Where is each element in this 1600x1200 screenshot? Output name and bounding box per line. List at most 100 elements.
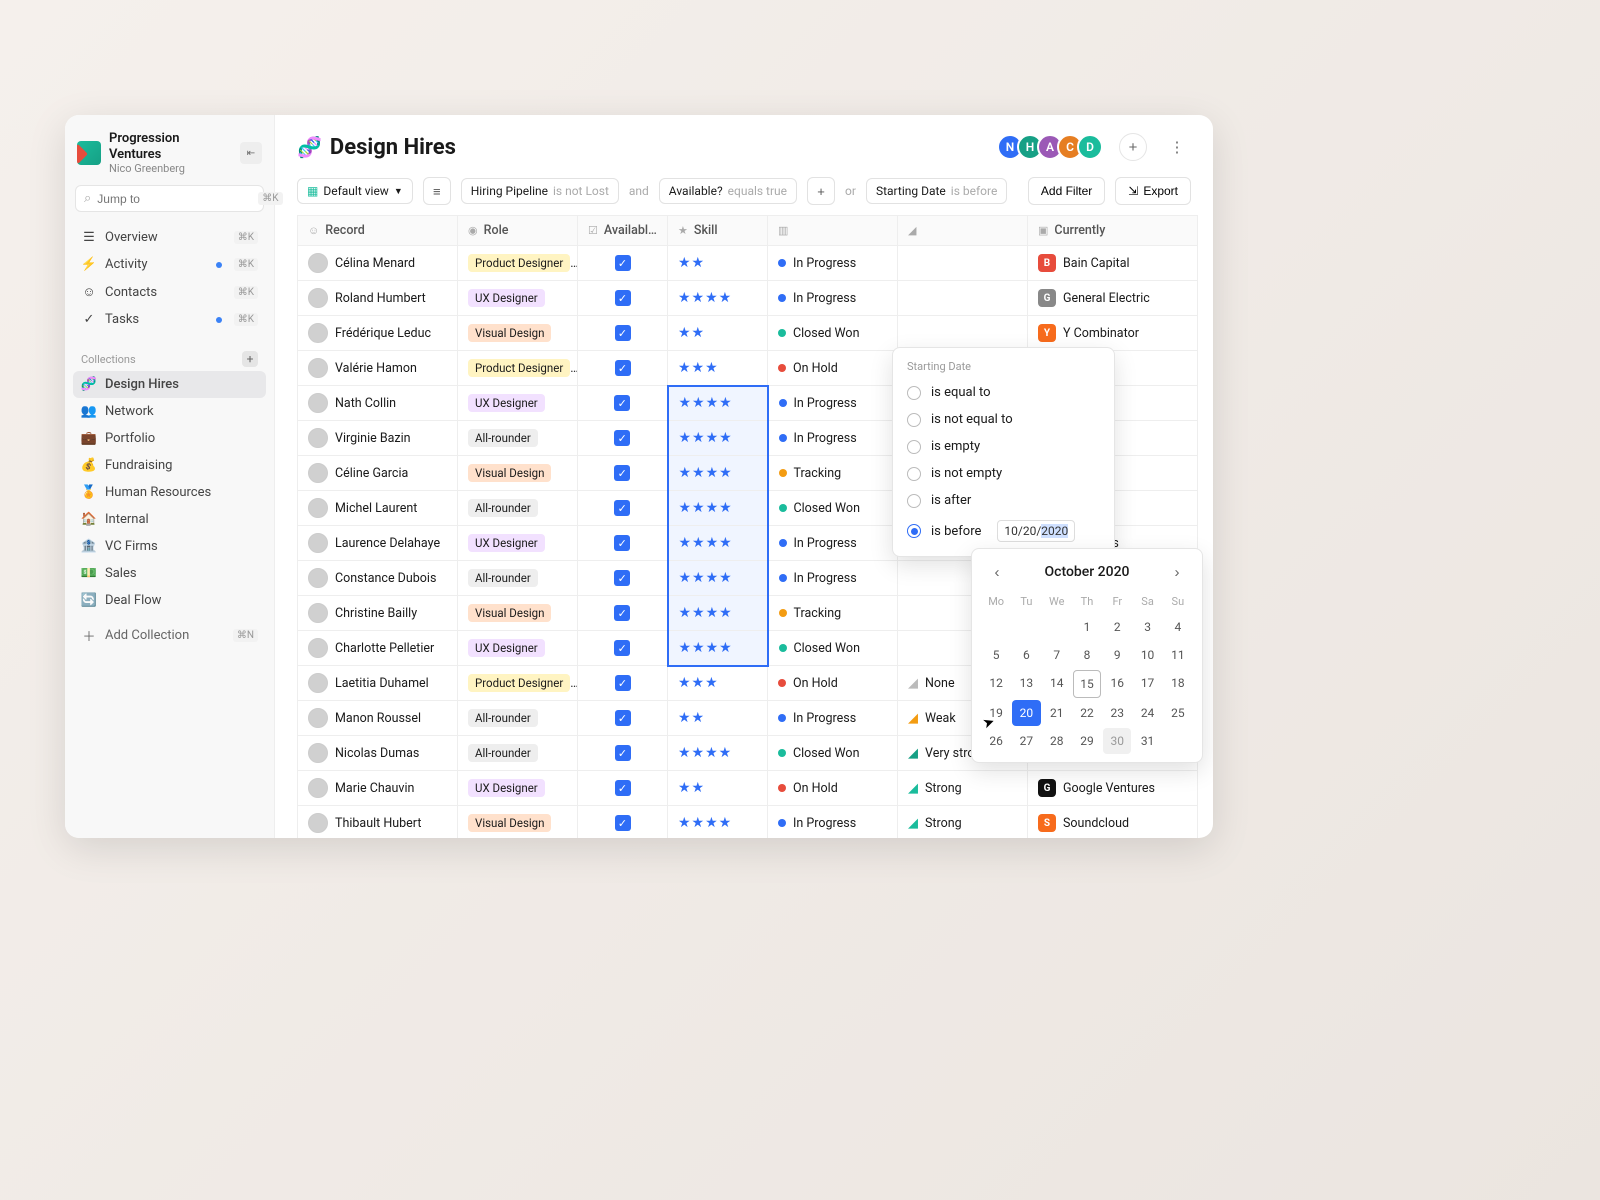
available-checkbox[interactable]: ✓ [615,780,631,796]
calendar-day[interactable]: 7 [1043,642,1071,668]
calendar-day[interactable]: 12 [982,670,1010,698]
collaborator-avatars[interactable]: NHACD [1003,134,1103,160]
nav-overview[interactable]: ☰ Overview ⌘K [73,224,266,251]
available-checkbox[interactable]: ✓ [615,255,631,271]
filter-option[interactable]: is not empty [893,460,1114,487]
calendar-day[interactable]: 10 [1133,642,1161,668]
sidebar-collection-item[interactable]: 🧬Design Hires [73,371,266,398]
calendar-day[interactable]: 18 [1164,670,1192,698]
column-currently[interactable]: ▣Currently [1028,216,1198,246]
calendar-day[interactable]: 11 [1164,642,1192,668]
table-row[interactable]: Célina Menard Product Designer ✓ ★★ In P… [298,246,1198,281]
sidebar-collection-item[interactable]: 👥Network [73,398,266,425]
sidebar-collection-item[interactable]: 🏅Human Resources [73,479,266,506]
available-checkbox[interactable]: ✓ [614,395,630,411]
calendar-day[interactable]: 20 [1012,700,1040,726]
calendar-day[interactable]: 8 [1073,642,1101,668]
available-checkbox[interactable]: ✓ [615,675,631,691]
calendar-day[interactable]: 5 [982,642,1010,668]
sidebar-collapse-button[interactable]: ⇤ [240,142,262,164]
filter-option[interactable]: is equal to [893,379,1114,406]
workspace-header[interactable]: Progression Ventures Nico Greenberg ⇤ [73,125,266,185]
available-checkbox[interactable]: ✓ [614,605,630,621]
sidebar-collection-item[interactable]: 💼Portfolio [73,425,266,452]
nav-tasks[interactable]: ✓ Tasks ⌘K [73,306,266,333]
add-collection-button[interactable]: ＋ Add Collection ⌘N [73,620,266,651]
available-checkbox[interactable]: ✓ [615,745,631,761]
nav-contacts[interactable]: ☺ Contacts ⌘K [73,278,266,306]
column-skill[interactable]: ★Skill [668,216,768,246]
available-checkbox[interactable]: ✓ [614,535,630,551]
calendar-day[interactable]: 24 [1133,700,1161,726]
add-filter-button[interactable]: Add Filter [1028,177,1105,205]
calendar-day[interactable]: 2 [1103,614,1131,640]
filter-icon-button[interactable]: ≡ [423,177,451,205]
sidebar-collection-item[interactable]: 💰Fundraising [73,452,266,479]
filter-option[interactable]: is after [893,487,1114,514]
sidebar-collection-item[interactable]: 🏠Internal [73,506,266,533]
column-record[interactable]: ☺Record [298,216,458,246]
add-filter-inline-button[interactable]: + [807,177,835,205]
filter-chip-available[interactable]: Available? equals true [659,178,797,204]
calendar-prev-button[interactable]: ‹ [986,561,1008,583]
filter-chip-starting-date[interactable]: Starting Date is before [866,178,1007,204]
more-menu-button[interactable]: ⋮ [1163,133,1191,161]
calendar-day[interactable]: 31 [1133,728,1161,754]
calendar-day[interactable]: 25 [1164,700,1192,726]
sidebar-collection-item[interactable]: 🔄Deal Flow [73,587,266,614]
calendar-day[interactable]: 4 [1164,614,1192,640]
calendar-day[interactable]: 23 [1103,700,1131,726]
collaborator-avatar[interactable]: D [1077,134,1103,160]
calendar-day[interactable]: 27 [1012,728,1040,754]
calendar-day[interactable]: 3 [1133,614,1161,640]
available-checkbox[interactable]: ✓ [614,465,630,481]
calendar-day[interactable]: 1 [1073,614,1101,640]
calendar-day[interactable]: 30 [1103,728,1131,754]
available-checkbox[interactable]: ✓ [615,710,631,726]
calendar-next-button[interactable]: › [1166,561,1188,583]
calendar-day[interactable]: 19 [982,700,1010,726]
calendar-day[interactable]: 28 [1043,728,1071,754]
calendar-day[interactable]: 22 [1073,700,1101,726]
sidebar-collection-item[interactable]: 💵Sales [73,560,266,587]
calendar-day[interactable]: 15 [1073,670,1101,698]
available-checkbox[interactable]: ✓ [615,360,631,376]
jump-to-input[interactable] [97,192,252,206]
view-selector[interactable]: ▦ Default view ▼ [297,178,413,204]
available-checkbox[interactable]: ✓ [614,500,630,516]
available-checkbox[interactable]: ✓ [615,325,631,341]
sidebar-collection-item[interactable]: 🏦VC Firms [73,533,266,560]
export-button[interactable]: ⇲ Export [1115,177,1191,205]
calendar-day[interactable]: 9 [1103,642,1131,668]
calendar-day[interactable]: 21 [1043,700,1071,726]
calendar-day[interactable]: 14 [1043,670,1071,698]
calendar-day[interactable]: 13 [1012,670,1040,698]
table-row[interactable]: Thibault Hubert Visual Design ✓ ★★★★ In … [298,806,1198,839]
filter-chip-hiring-pipeline[interactable]: Hiring Pipeline is not Lost [461,178,619,204]
calendar-day[interactable]: 26 [982,728,1010,754]
filter-option[interactable]: is empty [893,433,1114,460]
calendar-day[interactable]: 16 [1103,670,1131,698]
available-checkbox[interactable]: ✓ [614,570,630,586]
available-checkbox[interactable]: ✓ [615,290,631,306]
table-row[interactable]: Marie Chauvin UX Designer ✓ ★★ On Hold ◢… [298,771,1198,806]
filter-option[interactable]: is before10/20/2020 [893,514,1114,548]
available-checkbox[interactable]: ✓ [614,430,630,446]
available-checkbox[interactable]: ✓ [615,815,631,831]
column-connection[interactable]: ◢ [898,216,1028,246]
available-checkbox[interactable]: ✓ [614,640,630,656]
jump-to-search[interactable]: ⌕ ⌘K [75,185,264,212]
add-collection-plus-button[interactable]: + [242,351,258,367]
table-row[interactable]: Frédérique Leduc Visual Design ✓ ★★ Clos… [298,316,1198,351]
filter-option[interactable]: is not equal to [893,406,1114,433]
calendar-day[interactable]: 6 [1012,642,1040,668]
calendar-day[interactable]: 17 [1133,670,1161,698]
table-row[interactable]: Roland Humbert UX Designer ✓ ★★★★ In Pro… [298,281,1198,316]
column-available[interactable]: ☑Available? [578,216,668,246]
nav-activity[interactable]: ⚡ Activity ⌘K [73,251,266,278]
column-status[interactable]: ▥ [768,216,898,246]
column-role[interactable]: ◉Role [458,216,578,246]
add-collaborator-button[interactable]: + [1119,133,1147,161]
filter-date-input[interactable]: 10/20/2020 [997,520,1075,542]
calendar-day[interactable]: 29 [1073,728,1101,754]
